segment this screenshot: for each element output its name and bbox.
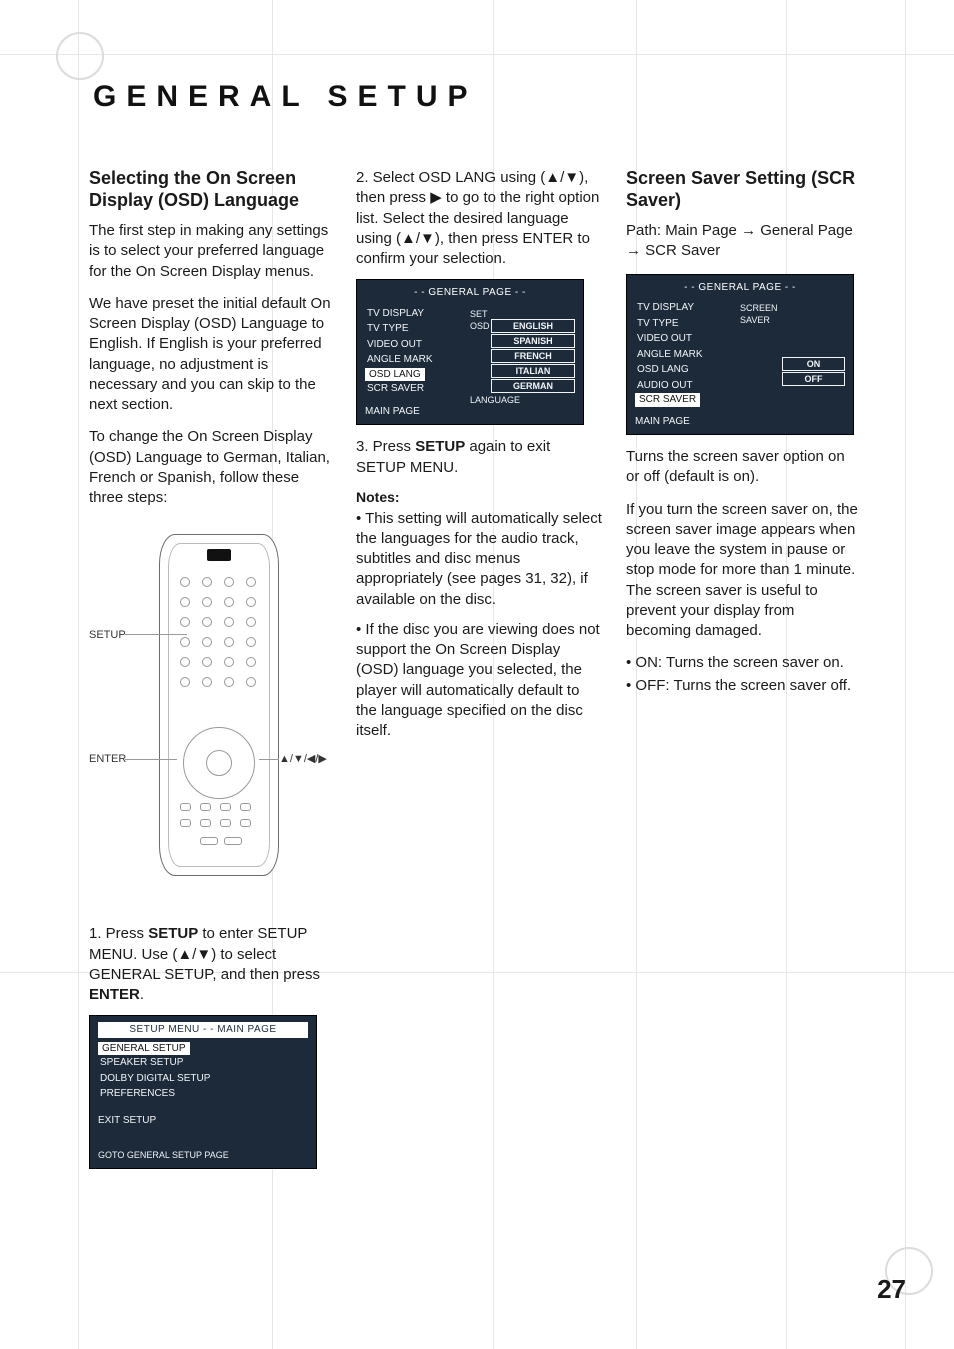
osd-option: ON (782, 357, 845, 371)
osd-option: FRENCH (491, 349, 575, 363)
osd-item-selected: OSD LANG (365, 368, 425, 382)
osd-footer: GOTO GENERAL SETUP PAGE (98, 1149, 308, 1161)
osd-option: GERMAN (491, 379, 575, 393)
paragraph: To change the On Screen Display (OSD) La… (89, 427, 332, 508)
step-2: 2. Select OSD LANG using (▲/▼), then pre… (356, 168, 602, 269)
remote-diagram: SETUP ENTER ▲/▼/◀/▶ (89, 534, 332, 884)
content-columns: Selecting the On Screen Display (OSD) La… (89, 168, 914, 1289)
remote-label-enter: ENTER (89, 752, 126, 767)
enter-button-name: ENTER (89, 986, 140, 1003)
osd-item: ANGLE MARK (365, 352, 470, 368)
paragraph: Turns the screen saver option on or off … (626, 447, 858, 488)
remote-button-grid (178, 575, 260, 705)
step-1: 1. Press SETUP to enter SETUP MENU. Use … (89, 924, 332, 1005)
list-item: • ON: Turns the screen saver on. (626, 653, 858, 673)
osd-title: SETUP MENU - - MAIN PAGE (98, 1022, 308, 1038)
osd-item: PREFERENCES (98, 1086, 308, 1102)
osd-left-list: TV DISPLAY TV TYPE VIDEO OUT ANGLE MARK … (365, 306, 470, 397)
section-heading-osd-language: Selecting the On Screen Display (OSD) La… (89, 168, 332, 211)
column-3: Screen Saver Setting (SCR Saver) Path: M… (626, 168, 858, 1289)
leader-line (125, 634, 187, 635)
osd-item: TV DISPLAY (365, 306, 470, 322)
column-1: Selecting the On Screen Display (OSD) La… (89, 168, 332, 1289)
osd-screenshot-main-page: SETUP MENU - - MAIN PAGE GENERAL SETUP S… (89, 1015, 317, 1168)
step-text: 3. Press (356, 438, 415, 455)
remote-bottom-row (178, 803, 260, 853)
osd-item: TV DISPLAY (635, 300, 740, 316)
column-2: 2. Select OSD LANG using (▲/▼), then pre… (356, 168, 602, 1289)
osd-language-options: ENGLISH SPANISH FRENCH ITALIAN GERMAN (491, 318, 575, 395)
osd-option: OFF (782, 372, 845, 386)
page-title: GENERAL SETUP (93, 80, 478, 114)
step-text: 1. Press (89, 925, 148, 942)
osd-item-selected: GENERAL SETUP (98, 1042, 190, 1056)
osd-option: ENGLISH (491, 319, 575, 333)
setup-button-name: SETUP (415, 438, 465, 455)
osd-main-page: MAIN PAGE (365, 405, 470, 419)
osd-item: TV TYPE (635, 316, 740, 332)
path-line: Path: Main Page → General Page → SCR Sav… (626, 221, 858, 262)
osd-item: SCR SAVER (365, 381, 470, 397)
remote-dpad-icon (183, 727, 255, 799)
osd-option: ITALIAN (491, 364, 575, 378)
osd-item: VIDEO OUT (635, 331, 740, 347)
osd-item: VIDEO OUT (365, 337, 470, 353)
list-item: • OFF: Turns the screen saver off. (626, 676, 858, 696)
osd-item: EXIT SETUP (98, 1114, 308, 1128)
osd-main-page: MAIN PAGE (635, 415, 740, 429)
remote-label-arrows: ▲/▼/◀/▶ (279, 752, 327, 767)
paragraph: The first step in making any settings is… (89, 221, 332, 282)
step-text: . (140, 986, 144, 1003)
leader-line (125, 759, 177, 760)
ornament-circle-top-left (56, 32, 104, 80)
note-item: • If the disc you are viewing does not s… (356, 620, 602, 742)
osd-left-list: TV DISPLAY TV TYPE VIDEO OUT ANGLE MARK … (635, 300, 740, 407)
notes-heading: Notes: (356, 488, 602, 507)
osd-scrsaver-options: ON OFF (782, 356, 845, 387)
setup-button-name: SETUP (148, 925, 198, 942)
osd-title: - - GENERAL PAGE - - (365, 286, 575, 300)
osd-item: OSD LANG (635, 362, 740, 378)
remote-brand-icon (207, 549, 231, 561)
note-item: • This setting will automatically select… (356, 509, 602, 610)
osd-title: - - GENERAL PAGE - - (635, 281, 845, 295)
paragraph: If you turn the screen saver on, the scr… (626, 500, 858, 642)
paragraph: We have preset the initial default On Sc… (89, 294, 332, 416)
osd-item-selected: SCR SAVER (635, 393, 700, 407)
remote-label-setup: SETUP (89, 628, 126, 643)
osd-menu-list: GENERAL SETUP SPEAKER SETUP DOLBY DIGITA… (98, 1042, 308, 1102)
osd-screenshot-general-page-lang: - - GENERAL PAGE - - TV DISPLAY TV TYPE … (356, 279, 584, 425)
osd-item: DOLBY DIGITAL SETUP (98, 1071, 308, 1087)
step-3: 3. Press SETUP again to exit SETUP MENU. (356, 437, 602, 478)
page-number: 27 (877, 1274, 906, 1305)
osd-option: SPANISH (491, 334, 575, 348)
osd-screenshot-general-page-scrsaver: - - GENERAL PAGE - - TV DISPLAY TV TYPE … (626, 274, 854, 436)
osd-item: TV TYPE (365, 321, 470, 337)
remote-outline (159, 534, 279, 876)
section-heading-screen-saver: Screen Saver Setting (SCR Saver) (626, 168, 858, 211)
osd-item: SPEAKER SETUP (98, 1055, 308, 1071)
osd-item: ANGLE MARK (635, 347, 740, 363)
osd-item: AUDIO OUT (635, 378, 740, 394)
leader-line (259, 759, 279, 760)
